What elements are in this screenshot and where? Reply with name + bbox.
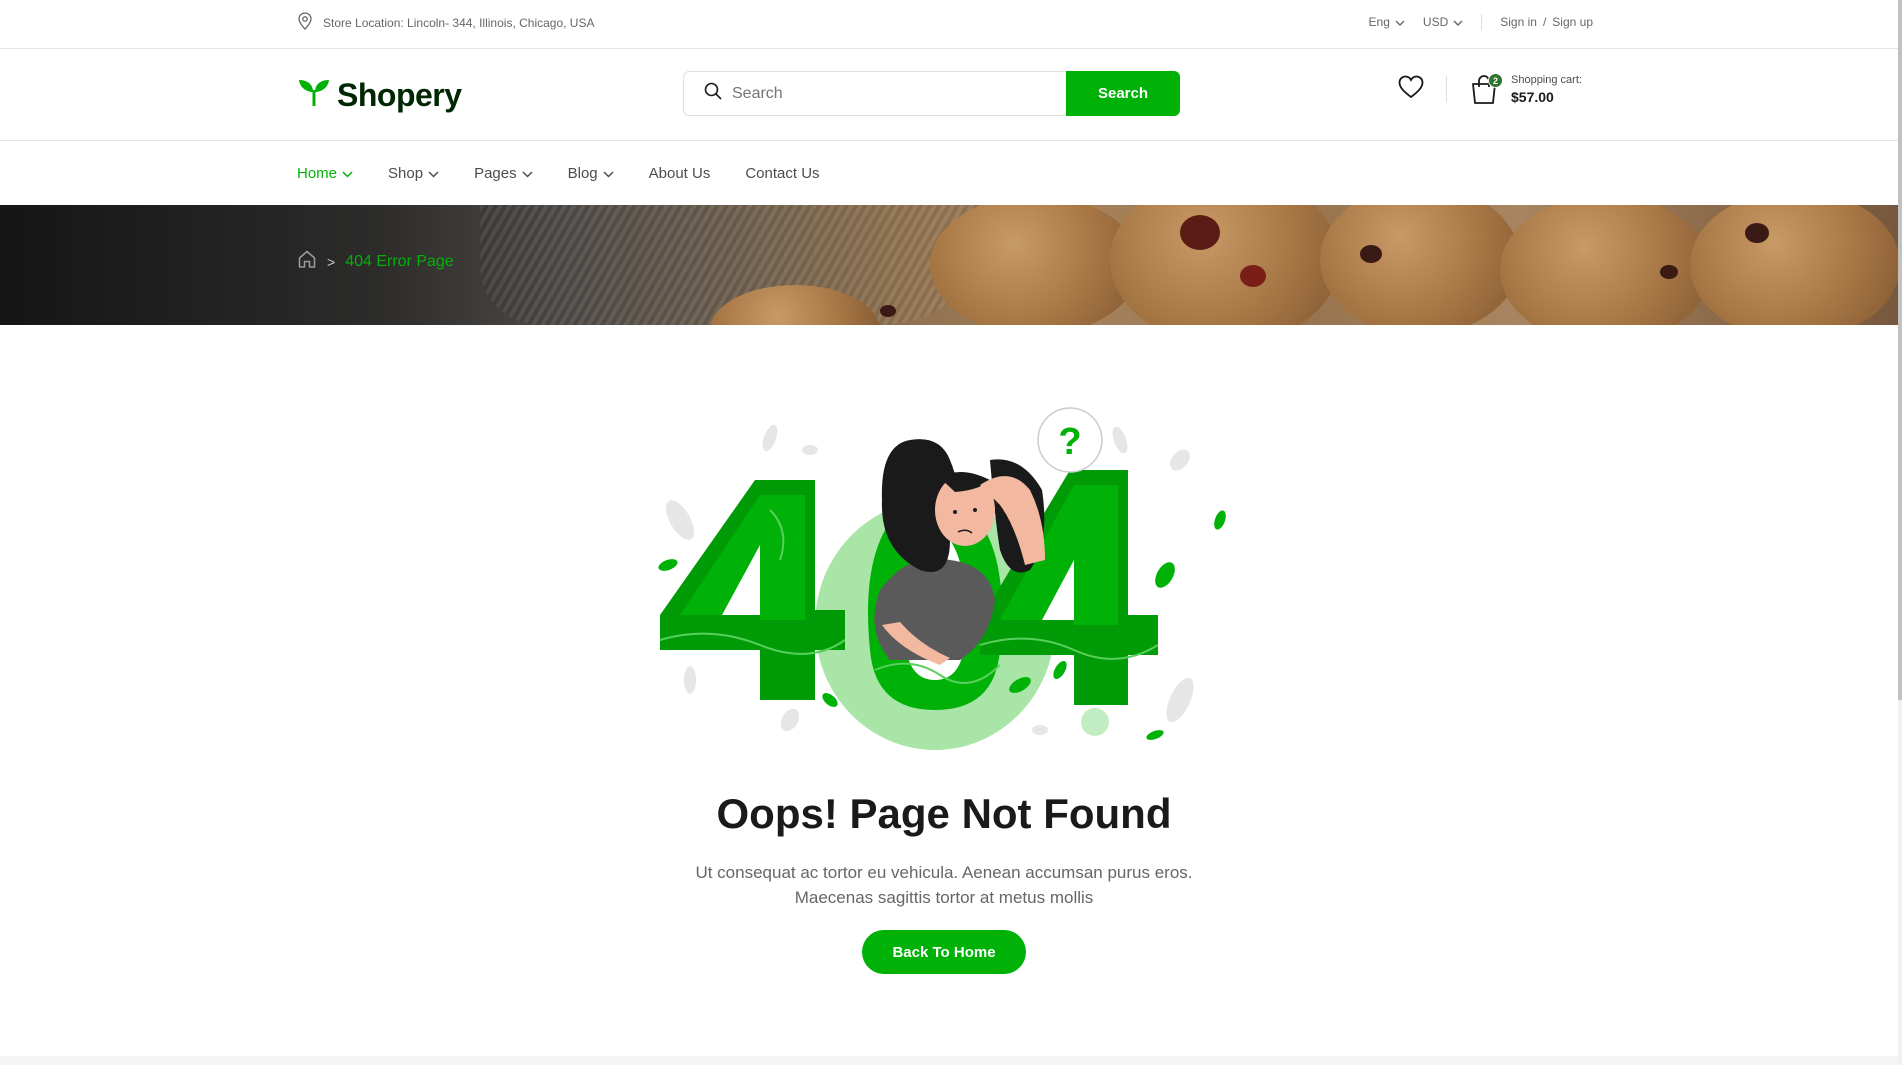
leaf-logo-icon bbox=[297, 78, 331, 113]
main-nav: Home Shop Pages Blog About Us Contact Us bbox=[0, 141, 1898, 205]
cart-count-badge: 2 bbox=[1488, 73, 1503, 88]
heart-icon[interactable] bbox=[1398, 75, 1424, 104]
error-description-line: Maecenas sagittis tortor at metus mollis bbox=[794, 888, 1094, 907]
main-header: Shopery Search 2 Shopping cart: $57.00 bbox=[0, 49, 1898, 141]
nav-item-pages[interactable]: Pages bbox=[474, 165, 533, 182]
banner-cookie-image bbox=[1690, 205, 1898, 325]
scrollbar-thumb[interactable] bbox=[1898, 0, 1902, 700]
logo[interactable]: Shopery bbox=[297, 77, 462, 114]
banner-cookie-image bbox=[1240, 265, 1266, 287]
nav-item-label: About Us bbox=[648, 165, 711, 182]
banner-cookie-image bbox=[1360, 245, 1382, 263]
store-location-text: Store Location: Lincoln- 344, Illinois, … bbox=[323, 15, 595, 30]
nav-item-label: Contact Us bbox=[745, 165, 820, 182]
search-icon bbox=[704, 82, 722, 105]
breadcrumb: > 404 Error Page bbox=[297, 249, 454, 274]
map-pin-icon bbox=[297, 12, 313, 33]
language-select[interactable]: Eng bbox=[1369, 15, 1405, 29]
breadcrumb-separator: > bbox=[327, 253, 336, 270]
divider bbox=[1446, 76, 1447, 102]
banner-cookie-image bbox=[1320, 205, 1520, 325]
home-icon[interactable] bbox=[297, 249, 317, 274]
currency-label: USD bbox=[1422, 15, 1449, 29]
nav-item-label: Pages bbox=[474, 165, 517, 182]
banner-cookie-image bbox=[1660, 265, 1678, 279]
logo-text: Shopery bbox=[337, 77, 462, 113]
page-scrollbar[interactable] bbox=[1898, 0, 1902, 1065]
store-location: Store Location: Lincoln- 344, Illinois, … bbox=[297, 12, 594, 33]
nav-item-label: Shop bbox=[388, 165, 424, 182]
breadcrumb-banner: > 404 Error Page bbox=[0, 205, 1898, 325]
search-input[interactable] bbox=[732, 84, 1032, 103]
error-description-line: Ut consequat ac tortor eu vehicula. Aene… bbox=[695, 863, 1193, 882]
search-box bbox=[683, 71, 1066, 116]
back-to-home-button[interactable]: Back To Home bbox=[862, 930, 1026, 974]
banner-cookie-image bbox=[1745, 223, 1769, 243]
language-label: Eng bbox=[1368, 15, 1390, 29]
banner-cookie-image bbox=[1500, 205, 1710, 325]
nav-item-blog[interactable]: Blog bbox=[568, 165, 614, 182]
error-title: Oops! Page Not Found bbox=[716, 790, 1172, 837]
nav-item-label: Home bbox=[297, 165, 338, 182]
shopping-bag-icon: 2 bbox=[1469, 73, 1503, 105]
cart-label: Shopping cart: bbox=[1511, 73, 1582, 86]
auth-links: Sign in / Sign up bbox=[1500, 15, 1593, 29]
nav-item-label: Blog bbox=[567, 165, 598, 182]
banner-cookie-image bbox=[930, 205, 1140, 325]
chevron-down-icon bbox=[1395, 15, 1405, 29]
search-button[interactable]: Search bbox=[1066, 71, 1180, 116]
nav-item-contact-us[interactable]: Contact Us bbox=[745, 165, 819, 182]
error-404-illustration: ? bbox=[658, 407, 1226, 750]
banner-cookie-image bbox=[1180, 215, 1220, 250]
sign-up-link[interactable]: Sign up bbox=[1552, 15, 1593, 29]
nav-item-home[interactable]: Home bbox=[297, 165, 353, 182]
nav-item-shop[interactable]: Shop bbox=[388, 165, 439, 182]
top-bar: Store Location: Lincoln- 344, Illinois, … bbox=[0, 0, 1898, 49]
auth-separator: / bbox=[1542, 15, 1547, 29]
cart-total: $57.00 bbox=[1511, 88, 1554, 105]
chevron-down-icon bbox=[522, 165, 533, 182]
question-mark-text: ? bbox=[1058, 421, 1081, 463]
chevron-down-icon bbox=[603, 165, 614, 182]
nav-item-about-us[interactable]: About Us bbox=[649, 165, 711, 182]
sign-in-link[interactable]: Sign in bbox=[1500, 15, 1537, 29]
currency-select[interactable]: USD bbox=[1423, 15, 1463, 29]
cart-button[interactable]: 2 Shopping cart: $57.00 bbox=[1469, 73, 1582, 105]
chevron-down-icon bbox=[1453, 15, 1463, 29]
footer-strip bbox=[0, 1056, 1898, 1065]
chevron-down-icon bbox=[342, 165, 353, 182]
search-bar: Search bbox=[683, 71, 1180, 116]
chevron-down-icon bbox=[428, 165, 439, 182]
divider bbox=[1481, 14, 1483, 30]
banner-cookie-image bbox=[1110, 205, 1340, 325]
banner-cookie-image bbox=[880, 305, 896, 317]
breadcrumb-current: 404 Error Page bbox=[345, 252, 454, 270]
error-description: Ut consequat ac tortor eu vehicula. Aene… bbox=[0, 860, 1888, 910]
